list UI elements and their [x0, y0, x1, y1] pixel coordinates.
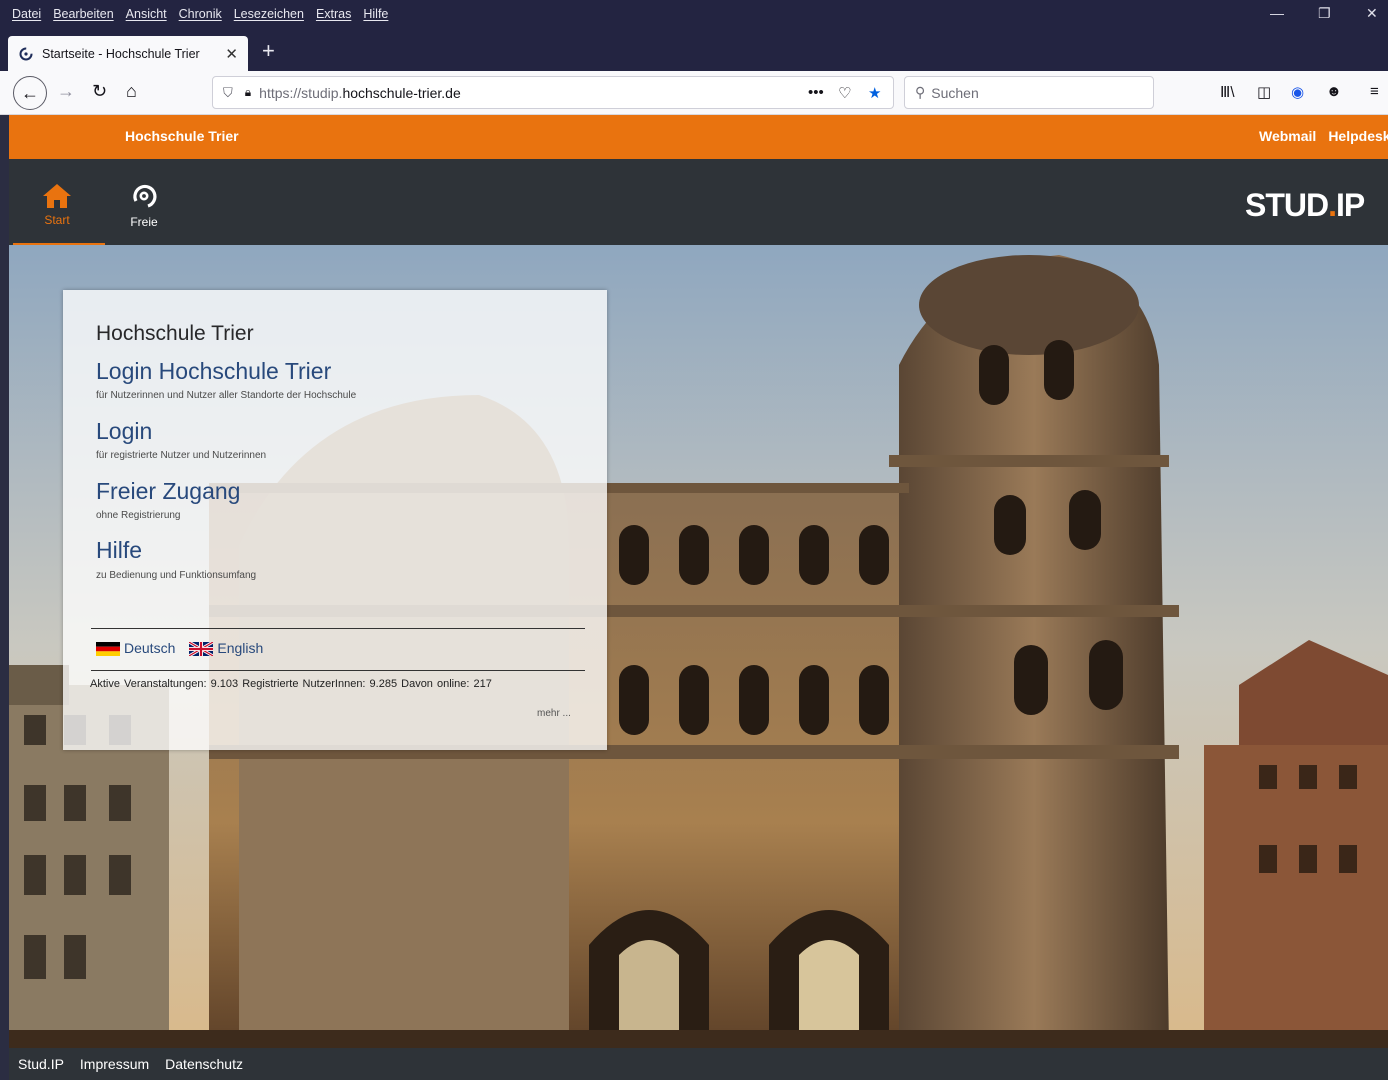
divider	[91, 670, 585, 671]
tracking-shield-icon[interactable]: ⛉	[223, 85, 233, 101]
nav-start[interactable]: Start	[13, 159, 105, 245]
lock-icon[interactable]: 🔒︎	[245, 85, 251, 100]
logo-dot: .	[1328, 187, 1337, 223]
webmail-link[interactable]: Webmail	[1259, 128, 1316, 144]
close-tab-icon[interactable]: ✕	[225, 45, 238, 63]
menu-datei[interactable]: Datei	[12, 7, 41, 21]
address-bar[interactable]: ⛉ 🔒︎ https://studip. hochschule-trier.de	[212, 76, 894, 109]
window-titlebar: Datei Bearbeiten Ansicht Chronik Lesezei…	[0, 0, 1388, 33]
forward-arrow-icon[interactable]: →	[57, 81, 75, 101]
site-footer: Stud.IP Impressum Datenschutz	[9, 1048, 1388, 1080]
more-link[interactable]: mehr ...	[537, 708, 571, 719]
login-panel-heading: Hochschule Trier	[96, 322, 254, 345]
free-access-link[interactable]: Freier Zugang	[96, 478, 240, 505]
account-icon[interactable]: ☻	[1326, 83, 1342, 100]
bookmark-star-icon[interactable]: ★	[868, 84, 881, 102]
nav-freie-label: Freie	[130, 215, 158, 229]
tab-title: Startseite - Hochschule Trier	[42, 46, 200, 61]
main-navigation: Start Freie STUD.IP	[9, 159, 1388, 245]
footer-impressum-link[interactable]: Impressum	[80, 1056, 149, 1072]
tab-startseite[interactable]: Startseite - Hochschule Trier ✕	[8, 36, 248, 71]
search-placeholder: Suchen	[931, 84, 979, 101]
home-icon	[43, 184, 71, 208]
login-hochschule-subtitle: für Nutzerinnen und Nutzer aller Standor…	[96, 390, 357, 401]
nav-start-label: Start	[44, 213, 70, 227]
logo-part-ip: IP	[1336, 187, 1365, 223]
page-actions-icon[interactable]: •••	[808, 84, 824, 101]
restore-icon[interactable]: ❐	[1318, 5, 1331, 22]
divider	[91, 628, 585, 629]
helpdesk-link[interactable]: Helpdesk	[1328, 128, 1388, 144]
pocket-icon[interactable]: ♡	[838, 84, 851, 102]
hamburger-menu-icon[interactable]: ≡	[1370, 83, 1379, 100]
menu-hilfe[interactable]: Hilfe	[363, 7, 388, 21]
studip-logo[interactable]: STUD.IP	[1245, 187, 1365, 224]
new-tab-icon[interactable]: +	[262, 40, 275, 62]
site-title-link[interactable]: Hochschule Trier	[125, 128, 239, 144]
menu-bearbeiten[interactable]: Bearbeiten	[53, 7, 113, 21]
extension-icon[interactable]: ◉	[1291, 83, 1304, 101]
login-link[interactable]: Login	[96, 418, 152, 445]
uk-flag-icon	[189, 642, 214, 657]
reload-icon[interactable]: ↻	[92, 81, 107, 101]
login-subtitle: für registrierte Nutzer und Nutzerinnen	[96, 450, 267, 461]
search-icon: ⚲	[915, 84, 926, 100]
close-window-icon[interactable]: ✕	[1366, 5, 1378, 22]
logo-part-stud: STUD	[1245, 187, 1329, 223]
language-deutsch-label: Deutsch	[124, 640, 176, 656]
studip-favicon-icon	[19, 47, 33, 60]
nav-freie[interactable]: Freie	[112, 159, 176, 245]
free-access-subtitle: ohne Registrierung	[96, 510, 181, 521]
sidebar-icon[interactable]: ◫	[1257, 83, 1271, 101]
studip-free-icon	[133, 184, 157, 208]
url-prefix: https://studip.	[259, 84, 343, 101]
language-selector: Deutsch English	[96, 640, 264, 657]
german-flag-icon	[96, 642, 120, 657]
back-arrow-icon[interactable]: ←	[13, 76, 47, 110]
url-host: hochschule-trier.de	[342, 84, 461, 101]
language-deutsch[interactable]: Deutsch	[96, 640, 176, 657]
site-topbar: Hochschule Trier Webmail Helpdesk	[9, 115, 1388, 159]
menu-bar: Datei Bearbeiten Ansicht Chronik Lesezei…	[12, 7, 388, 21]
menu-extras[interactable]: Extras	[316, 7, 351, 21]
menu-chronik[interactable]: Chronik	[179, 7, 222, 21]
search-input[interactable]: ⚲ Suchen	[904, 76, 1154, 109]
footer-datenschutz-link[interactable]: Datenschutz	[165, 1056, 243, 1072]
footer-studip-link[interactable]: Stud.IP	[18, 1056, 64, 1072]
login-hochschule-link[interactable]: Login Hochschule Trier	[96, 358, 331, 385]
top-links: Webmail Helpdesk	[1259, 128, 1388, 144]
menu-lesezeichen[interactable]: Lesezeichen	[234, 7, 304, 21]
language-english[interactable]: English	[189, 640, 264, 657]
help-subtitle: zu Bedienung und Funktionsumfang	[96, 570, 257, 581]
login-panel: Hochschule Trier Login Hochschule Trier …	[63, 290, 607, 750]
usage-stats: Aktive Veranstaltungen: 9.103 Registrier…	[90, 678, 492, 690]
library-icon[interactable]: Ⅲ\	[1220, 83, 1235, 101]
language-english-label: English	[217, 640, 264, 656]
home-icon[interactable]: ⌂	[126, 81, 137, 101]
help-link[interactable]: Hilfe	[96, 537, 142, 564]
minimize-icon[interactable]: —	[1270, 5, 1284, 21]
menu-ansicht[interactable]: Ansicht	[126, 7, 167, 21]
